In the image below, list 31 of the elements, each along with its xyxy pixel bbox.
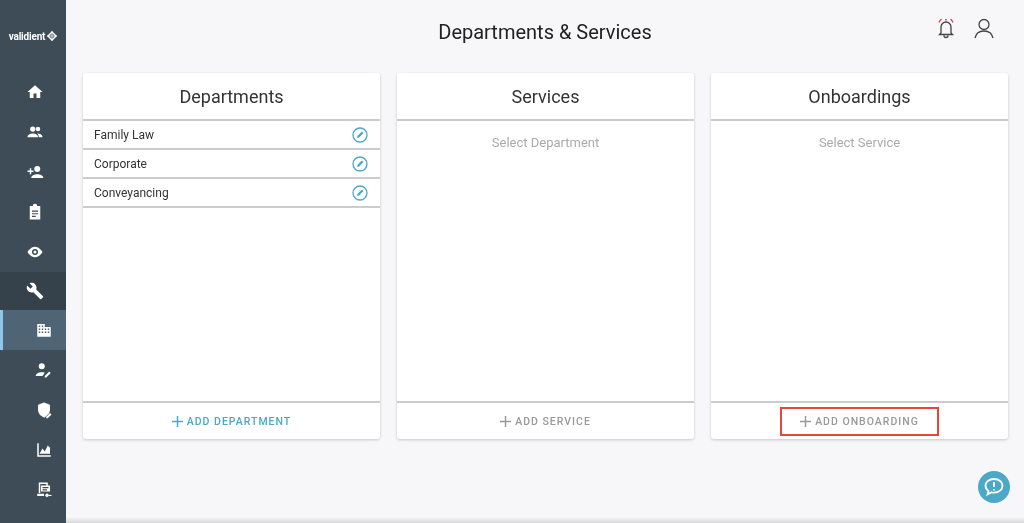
person-add-icon [25,163,44,181]
placeholder-text: Select Department [490,135,601,150]
plus-icon [171,415,183,427]
list-item[interactable]: Conveyancing [83,179,380,208]
item-label: Conveyancing [94,185,169,200]
panel-title: Onboardings [711,73,1008,121]
edit-icon[interactable] [352,126,368,143]
certificate-icon [34,481,53,499]
logo-text: validient [8,30,46,42]
placeholder-text: Select Service [817,135,902,150]
user-icon[interactable] [972,16,996,40]
page-title: Departments & Services [438,20,652,44]
plus-icon [800,415,812,427]
panel-title: Services [397,73,694,121]
nav-item[interactable] [0,272,66,310]
edit-icon[interactable] [352,155,368,172]
item-label: Family Law [94,127,154,142]
building-icon [34,321,53,339]
plus-icon [500,415,512,427]
list-item[interactable]: Corporate [83,150,380,179]
wrench-icon [25,282,44,300]
item-label: Corporate [94,156,147,171]
list-item[interactable]: Family Law [83,121,380,150]
logo-icon [47,31,58,41]
chat-icon[interactable] [978,471,1010,503]
edit-icon[interactable] [352,184,368,201]
nav-item[interactable] [0,310,66,350]
panel-title: Departments [83,73,380,121]
person-edit-icon [34,361,53,379]
home-icon [25,83,44,101]
chart-icon [34,441,53,459]
